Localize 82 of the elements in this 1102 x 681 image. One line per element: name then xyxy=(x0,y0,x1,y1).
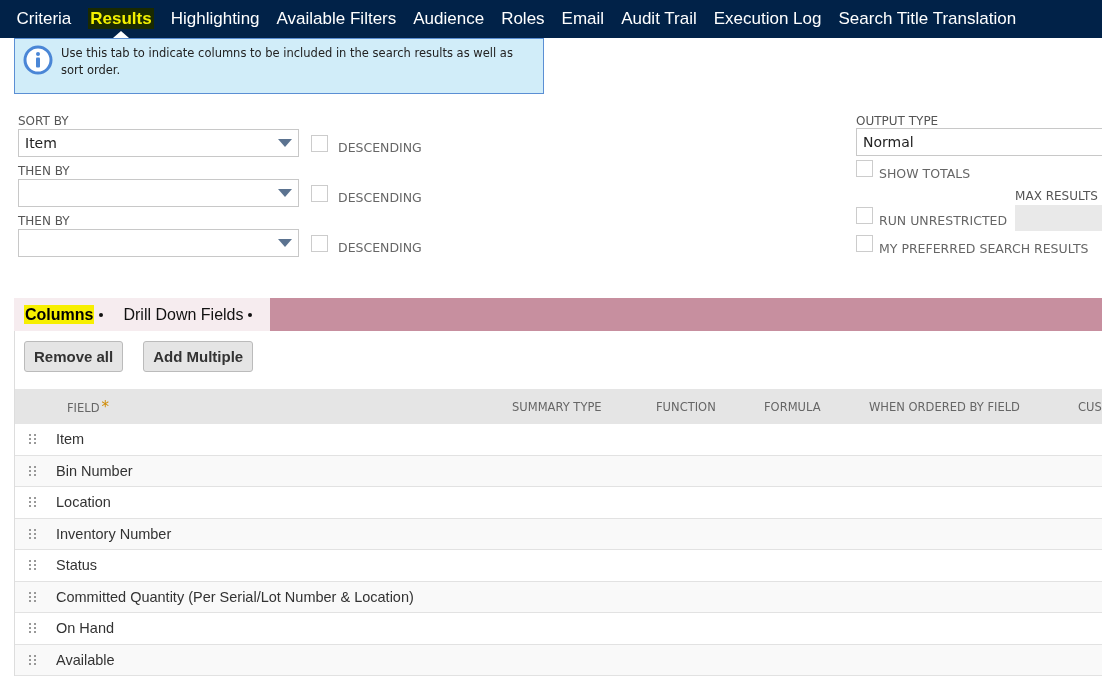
table-cell: Status xyxy=(56,557,98,574)
checkbox-label: DESCENDING xyxy=(338,239,422,255)
dropdown-value: Item xyxy=(25,135,57,151)
tab-label: Available Filters xyxy=(276,9,397,28)
tab-label: Search Title Translation xyxy=(838,9,1017,28)
required-mark: * xyxy=(101,397,110,416)
tab-label: Email xyxy=(561,9,605,28)
drag-handle-icon[interactable] xyxy=(29,590,37,603)
tab-label: Roles xyxy=(501,9,545,28)
drag-handle-icon[interactable] xyxy=(29,527,37,540)
tab[interactable]: Search Title Translation xyxy=(829,0,1025,38)
table-cell: Committed Quantity (Per Serial/Lot Number & Location) xyxy=(56,588,414,605)
drag-handle-icon[interactable] xyxy=(29,496,37,509)
checkbox-label: DESCENDING xyxy=(338,139,422,155)
action-button[interactable]: Add Multiple xyxy=(143,341,254,372)
field-label: MAX RESULTS xyxy=(1015,189,1099,203)
checkbox[interactable] xyxy=(311,184,328,202)
action-button[interactable]: Remove all xyxy=(24,341,124,372)
tab[interactable]: Available Filters xyxy=(268,0,405,38)
drag-handle-icon[interactable] xyxy=(29,559,37,572)
output-type-dropdown[interactable]: Normal xyxy=(856,128,1102,156)
drag-handle-icon[interactable] xyxy=(29,622,37,635)
drag-handle-icon[interactable] xyxy=(29,464,37,477)
field-label: THEN BY xyxy=(18,214,71,228)
dropdown-arrow-icon xyxy=(278,139,292,147)
field-label: THEN BY xyxy=(18,164,71,178)
column-header: FUNCTION xyxy=(656,399,717,414)
sort-dropdown[interactable] xyxy=(18,229,299,257)
table-row[interactable]: Available xyxy=(15,644,1102,676)
dot-icon xyxy=(248,313,253,318)
tab[interactable]: Criteria xyxy=(8,0,80,38)
table-cell: Inventory Number xyxy=(56,525,172,542)
tab-label: Audit Trail xyxy=(621,9,697,28)
subtab-label: Drill Down Fields xyxy=(123,305,244,323)
sort-dropdown[interactable]: Item xyxy=(18,129,299,157)
tab[interactable]: Audit Trail xyxy=(612,0,706,38)
column-header: FIELD* xyxy=(67,397,111,416)
field-label: SORT BY xyxy=(18,114,70,128)
tab[interactable]: Audience xyxy=(404,0,493,38)
tab[interactable]: Highlighting xyxy=(162,0,269,38)
tab-label: Results xyxy=(88,8,154,29)
dot-icon xyxy=(99,313,104,318)
sort-dropdown[interactable] xyxy=(18,179,299,207)
table-cell: Bin Number xyxy=(56,462,133,479)
table-cell: Location xyxy=(56,494,111,511)
dropdown-arrow-icon xyxy=(278,239,292,247)
subtab[interactable]: Columns xyxy=(14,298,114,331)
column-header: FORMULA xyxy=(764,399,822,414)
subtab[interactable]: Drill Down Fields xyxy=(113,298,263,331)
drag-handle-icon[interactable] xyxy=(29,653,37,666)
checkbox-label: DESCENDING xyxy=(338,189,422,205)
table-row[interactable]: Inventory Number xyxy=(15,518,1102,550)
subtab-label: Columns xyxy=(24,304,95,324)
info-icon xyxy=(23,45,53,75)
checkbox-label: SHOW TOTALS xyxy=(879,166,971,181)
checkbox[interactable] xyxy=(311,134,328,152)
table-row[interactable]: Bin Number xyxy=(15,455,1102,487)
checkbox[interactable] xyxy=(856,207,873,224)
checkbox[interactable] xyxy=(856,160,873,177)
column-header: WHEN ORDERED BY FIELD xyxy=(869,399,1021,414)
tab[interactable]: Execution Log xyxy=(705,0,830,38)
info-text: Use this tab to indicate columns to be included in the search results as well as sort order. xyxy=(61,45,514,79)
tab[interactable]: Email xyxy=(553,0,613,38)
table-cell: Item xyxy=(56,431,85,448)
checkbox-label: MY PREFERRED SEARCH RESULTS xyxy=(879,241,1089,256)
drag-handle-icon[interactable] xyxy=(29,433,37,446)
column-header: CUS xyxy=(1078,399,1102,414)
dropdown-value: Normal xyxy=(863,134,914,150)
dropdown-arrow-icon xyxy=(278,189,292,197)
tab-label: Execution Log xyxy=(713,9,822,28)
column-header: SUMMARY TYPE xyxy=(512,399,603,414)
checkbox[interactable] xyxy=(311,234,328,252)
table-cell: Available xyxy=(56,651,115,668)
checkbox[interactable] xyxy=(856,235,873,252)
field-label: OUTPUT TYPE xyxy=(856,114,940,128)
table-row[interactable]: Committed Quantity (Per Serial/Lot Number & Location) xyxy=(15,581,1102,613)
tab[interactable]: Roles xyxy=(492,0,554,38)
tab-label: Audience xyxy=(413,9,485,28)
table-cell: On Hand xyxy=(56,620,115,637)
checkbox-label: RUN UNRESTRICTED xyxy=(879,213,1008,228)
tab-label: Criteria xyxy=(16,9,72,28)
tab-label: Highlighting xyxy=(170,9,260,28)
